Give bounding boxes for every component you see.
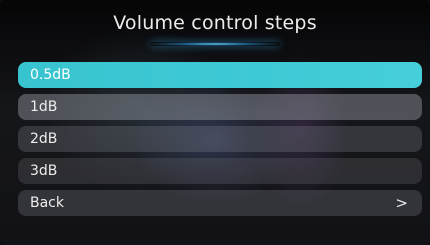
menu-item-2db[interactable]: 2dB <box>18 126 422 152</box>
menu-item-3db[interactable]: 3dB <box>18 158 422 184</box>
options-menu: 0.5dB 1dB 2dB 3dB Back > <box>18 62 422 222</box>
menu-item-label: 1dB <box>30 99 58 115</box>
chevron-right-icon: > <box>395 194 408 212</box>
menu-item-0-5db[interactable]: 0.5dB <box>18 62 422 88</box>
menu-item-1db[interactable]: 1dB <box>18 94 422 120</box>
menu-item-back[interactable]: Back > <box>18 190 422 216</box>
page-title: Volume control steps <box>113 12 317 34</box>
title-underline-glow <box>150 42 280 46</box>
menu-item-label: 2dB <box>30 131 58 147</box>
menu-item-label: 0.5dB <box>30 67 71 83</box>
volume-steps-screen: Volume control steps 0.5dB 1dB 2dB 3dB B… <box>0 0 430 245</box>
menu-item-label: Back <box>30 195 64 211</box>
menu-item-label: 3dB <box>30 163 58 179</box>
